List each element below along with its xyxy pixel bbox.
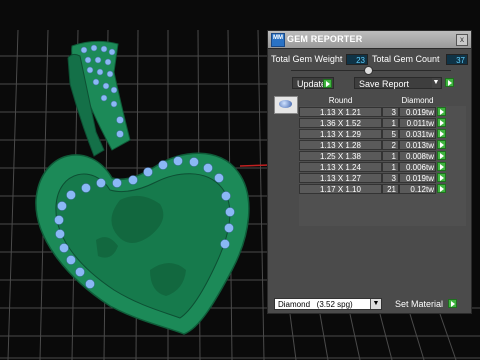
save-report-go-button[interactable] xyxy=(445,78,454,87)
set-material-label: Set Material xyxy=(395,299,444,309)
table-row[interactable]: 1.25 X 1.38 1 0.008tw xyxy=(299,151,466,162)
material-select[interactable]: Diamond (3.52 spg) ▼ xyxy=(274,298,382,310)
total-gem-count-label: Total Gem Count xyxy=(372,54,440,64)
gem-size: 1.13 X 1.29 xyxy=(299,129,382,139)
table-row[interactable]: 1.13 X 1.27 3 0.019tw xyxy=(299,173,466,184)
total-gem-weight-value: 23 xyxy=(346,54,368,65)
chevron-down-icon: ▼ xyxy=(370,299,381,309)
app-logo-icon: MM xyxy=(271,33,285,47)
close-icon: x xyxy=(460,35,464,44)
gem-thumbnail-icon xyxy=(274,96,298,114)
table-row[interactable]: 1.13 X 1.24 1 0.006tw xyxy=(299,162,466,173)
gem-count: 1 xyxy=(382,118,399,128)
update-go-icon xyxy=(323,79,332,88)
row-go-button[interactable] xyxy=(437,151,446,160)
panel-titlebar[interactable]: MM GEM REPORTER x xyxy=(268,31,471,49)
row-go-button[interactable] xyxy=(437,184,446,193)
update-button-label: Update xyxy=(297,79,327,89)
gem-size: 1.13 X 1.21 xyxy=(299,107,382,117)
header-shape: Round xyxy=(328,96,353,105)
gem-size: 1.17 X 1.10 xyxy=(299,184,382,194)
table-row[interactable]: 1.36 X 1.52 1 0.011tw xyxy=(299,118,466,129)
x-axis-line xyxy=(239,164,271,167)
gem-weight: 0.12tw xyxy=(399,184,436,194)
row-go-button[interactable] xyxy=(437,107,446,116)
gem-count: 1 xyxy=(382,151,399,161)
table-row[interactable]: 1.13 X 1.29 5 0.031tw xyxy=(299,129,466,140)
gem-size: 1.36 X 1.52 xyxy=(299,118,382,128)
table-row[interactable]: 1.17 X 1.10 21 0.12tw xyxy=(299,184,466,195)
material-selected-value: Diamond (3.52 spg) xyxy=(278,300,353,309)
row-go-button[interactable] xyxy=(437,173,446,182)
set-material-button[interactable] xyxy=(448,299,457,308)
row-go-button[interactable] xyxy=(437,162,446,171)
update-button[interactable]: Update xyxy=(292,77,334,89)
gem-reporter-panel: MM GEM REPORTER x Total Gem Weight 23 To… xyxy=(267,30,472,314)
header-material: Diamond xyxy=(401,96,434,105)
save-report-label: Save Report xyxy=(359,79,410,89)
gem-weight: 0.019tw xyxy=(399,173,436,183)
close-button[interactable]: x xyxy=(456,34,468,46)
table-row[interactable]: 1.13 X 1.28 2 0.013tw xyxy=(299,140,466,151)
gem-count: 1 xyxy=(382,162,399,172)
gem-size: 1.25 X 1.38 xyxy=(299,151,382,161)
row-go-button[interactable] xyxy=(437,129,446,138)
save-report-dropdown[interactable]: Save Report ▼ xyxy=(354,77,442,89)
gem-size: 1.13 X 1.27 xyxy=(299,173,382,183)
gem-count: 3 xyxy=(382,173,399,183)
gem-weight: 0.008tw xyxy=(399,151,436,161)
gem-size: 1.13 X 1.28 xyxy=(299,140,382,150)
row-go-button[interactable] xyxy=(437,118,446,127)
panel-title: GEM REPORTER xyxy=(287,34,363,44)
gem-weight: 0.006tw xyxy=(399,162,436,172)
gem-weight: 0.031tw xyxy=(399,129,436,139)
app-logo-text: MM xyxy=(273,35,283,41)
gem-weight: 0.011tw xyxy=(399,118,436,128)
gem-count: 5 xyxy=(382,129,399,139)
gem-count: 2 xyxy=(382,140,399,150)
gem-count: 3 xyxy=(382,107,399,117)
total-gem-count-value: 37 xyxy=(446,54,468,65)
gem-count: 21 xyxy=(382,184,399,194)
gem-weight: 0.019tw xyxy=(399,107,436,117)
gem-size: 1.13 X 1.24 xyxy=(299,162,382,172)
row-go-button[interactable] xyxy=(437,140,446,149)
total-gem-weight-label: Total Gem Weight xyxy=(271,54,343,64)
round-gem-icon xyxy=(279,100,292,108)
table-row[interactable]: 1.13 X 1.21 3 0.019tw xyxy=(299,107,466,118)
chevron-down-icon: ▼ xyxy=(432,78,440,88)
slider-handle[interactable] xyxy=(364,66,373,75)
gem-weight: 0.013tw xyxy=(399,140,436,150)
